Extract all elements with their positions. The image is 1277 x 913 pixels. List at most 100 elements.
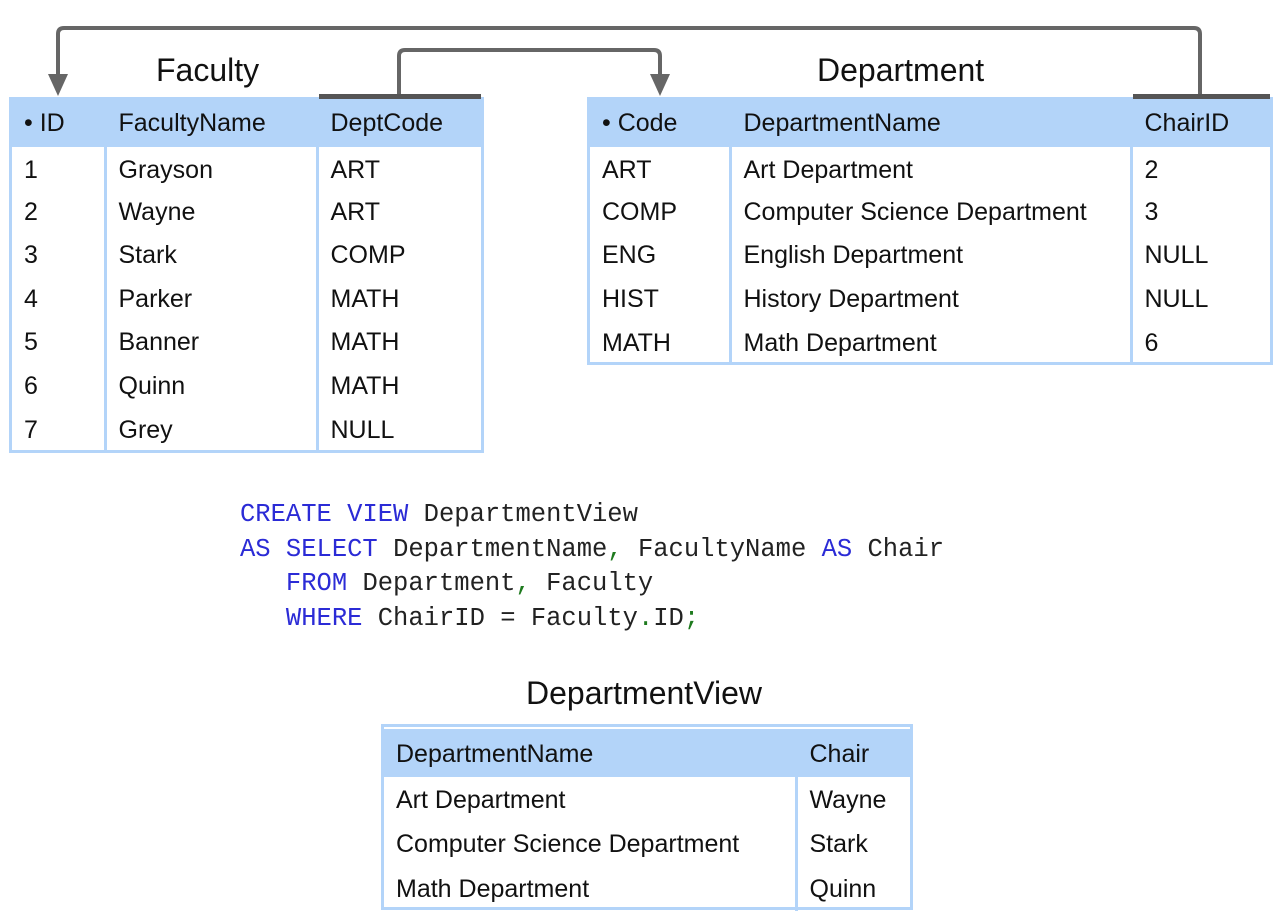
department-cell: ART <box>590 147 732 191</box>
sql-identifier: DepartmentView <box>423 500 638 529</box>
faculty-table: • ID FacultyName DeptCode 1 Grayson ART … <box>12 94 481 452</box>
sql-operator: = <box>500 603 516 633</box>
department-cell: English Department <box>730 234 1133 277</box>
table-row: 6 Quinn MATH <box>12 364 481 408</box>
faculty-col-id: • ID <box>12 96 107 147</box>
sql-keyword: SELECT <box>285 534 378 564</box>
faculty-cell: COMP <box>330 241 406 269</box>
view-cell: Wayne <box>809 786 887 814</box>
department-cell: NULL <box>1144 241 1209 269</box>
table-row: Math Department Quinn <box>384 867 910 911</box>
sql-punctuation: , <box>607 534 623 564</box>
chairid-arrowhead <box>48 74 68 96</box>
faculty-cell: MATH <box>330 371 400 400</box>
sql-create-view-statement: CREATE VIEW DepartmentView AS SELECT Dep… <box>240 498 944 636</box>
deptcode-to-code-arrow <box>397 48 662 96</box>
table-row: 1 Grayson ART <box>12 147 481 191</box>
sql-punctuation: ; <box>683 603 700 633</box>
sql-identifier: FacultyName <box>637 534 807 564</box>
department-cell: MATH <box>590 321 732 365</box>
sql-identifier: ChairID <box>377 603 485 633</box>
sql-identifier: Department <box>362 569 516 598</box>
faculty-cell: 5 <box>12 321 107 364</box>
faculty-cell: Grey <box>105 408 319 452</box>
table-row: 2 Wayne ART <box>12 191 481 234</box>
faculty-cell: ART <box>330 155 381 184</box>
department-col-code: • Code <box>590 96 732 147</box>
sql-punctuation: , <box>515 569 531 598</box>
department-col-chairid: ChairID <box>1131 94 1270 147</box>
view-table: DepartmentName Chair Art Department Wayn… <box>384 726 910 911</box>
sql-keyword: CREATE <box>240 500 332 529</box>
department-cell: Math Department <box>730 321 1133 365</box>
faculty-cell: Banner <box>105 321 319 364</box>
sql-identifier: ID <box>653 603 684 633</box>
table-row: ENG English Department NULL <box>590 234 1270 277</box>
view-cell: Art Department <box>384 777 798 822</box>
department-cell: COMP <box>590 191 732 234</box>
faculty-table-title: Faculty <box>156 52 260 88</box>
faculty-cell: 4 <box>12 277 107 321</box>
sql-line-1: CREATE VIEW DepartmentView <box>240 500 638 529</box>
table-row: Computer Science Department Stark <box>384 822 910 867</box>
sql-keyword: WHERE <box>285 603 363 633</box>
sql-line-3: FROM Department, Faculty <box>240 569 653 598</box>
faculty-cell: 2 <box>12 191 107 234</box>
view-cell: Stark <box>809 830 868 858</box>
table-row: 4 Parker MATH <box>12 277 481 321</box>
faculty-cell: ART <box>330 198 381 226</box>
department-cell: 2 <box>1144 155 1159 184</box>
faculty-cell: 3 <box>12 234 107 277</box>
faculty-cell: Wayne <box>105 191 319 234</box>
view-cell: Computer Science Department <box>384 822 798 867</box>
table-row: HIST History Department NULL <box>590 277 1270 321</box>
table-row: ART Art Department 2 <box>590 147 1270 191</box>
table-row: MATH Math Department 6 <box>590 321 1270 365</box>
faculty-cell: 1 <box>12 147 107 191</box>
sql-identifier: Faculty <box>530 603 638 633</box>
table-row: COMP Computer Science Department 3 <box>590 191 1270 234</box>
department-cell: History Department <box>730 277 1133 321</box>
department-table-title: Department <box>817 52 985 88</box>
faculty-cell: Quinn <box>105 364 319 408</box>
department-cell: Art Department <box>730 147 1133 191</box>
department-col-name: DepartmentName <box>730 96 1133 147</box>
table-row: Art Department Wayne <box>384 777 910 822</box>
faculty-cell: Grayson <box>105 147 319 191</box>
department-cell: NULL <box>1144 284 1209 313</box>
faculty-col-deptcode: DeptCode <box>317 94 481 147</box>
sql-line-2: AS SELECT DepartmentName, FacultyName AS… <box>240 535 944 564</box>
department-cell: 3 <box>1144 198 1159 226</box>
department-cell: ENG <box>590 234 732 277</box>
table-row: 3 Stark COMP <box>12 234 481 277</box>
view-cell: Quinn <box>809 874 877 903</box>
sql-identifier: Faculty <box>546 569 654 598</box>
faculty-cell: MATH <box>330 328 400 356</box>
table-row: 7 Grey NULL <box>12 408 481 452</box>
faculty-cell: Stark <box>105 234 319 277</box>
view-table-title: DepartmentView <box>526 675 762 711</box>
view-col-department-name: DepartmentName <box>384 728 798 777</box>
sql-keyword: AS <box>240 534 271 564</box>
table-row: 5 Banner MATH <box>12 321 481 364</box>
sql-line-4: WHERE ChairID = Faculty.ID; <box>240 604 699 633</box>
sql-punctuation: . <box>637 603 654 633</box>
deptcode-arrowhead <box>650 74 670 96</box>
view-cell: Math Department <box>384 867 798 911</box>
faculty-cell: 7 <box>12 408 107 452</box>
sql-identifier: Chair <box>867 534 945 564</box>
sql-keyword: VIEW <box>347 500 409 529</box>
faculty-cell: 6 <box>12 364 107 408</box>
department-cell: Computer Science Department <box>730 191 1133 234</box>
faculty-cell: MATH <box>330 284 400 313</box>
sql-keyword: FROM <box>285 569 348 598</box>
faculty-col-name: FacultyName <box>105 96 319 147</box>
sql-identifier: DepartmentName <box>393 534 608 564</box>
faculty-cell: Parker <box>105 277 319 321</box>
sql-keyword: AS <box>821 534 853 564</box>
view-col-chair: Chair <box>796 728 910 777</box>
department-table: • Code DepartmentName ChairID ART Art De… <box>590 94 1270 365</box>
department-cell: HIST <box>590 277 732 321</box>
faculty-cell: NULL <box>330 415 395 444</box>
department-cell: 6 <box>1144 328 1159 357</box>
